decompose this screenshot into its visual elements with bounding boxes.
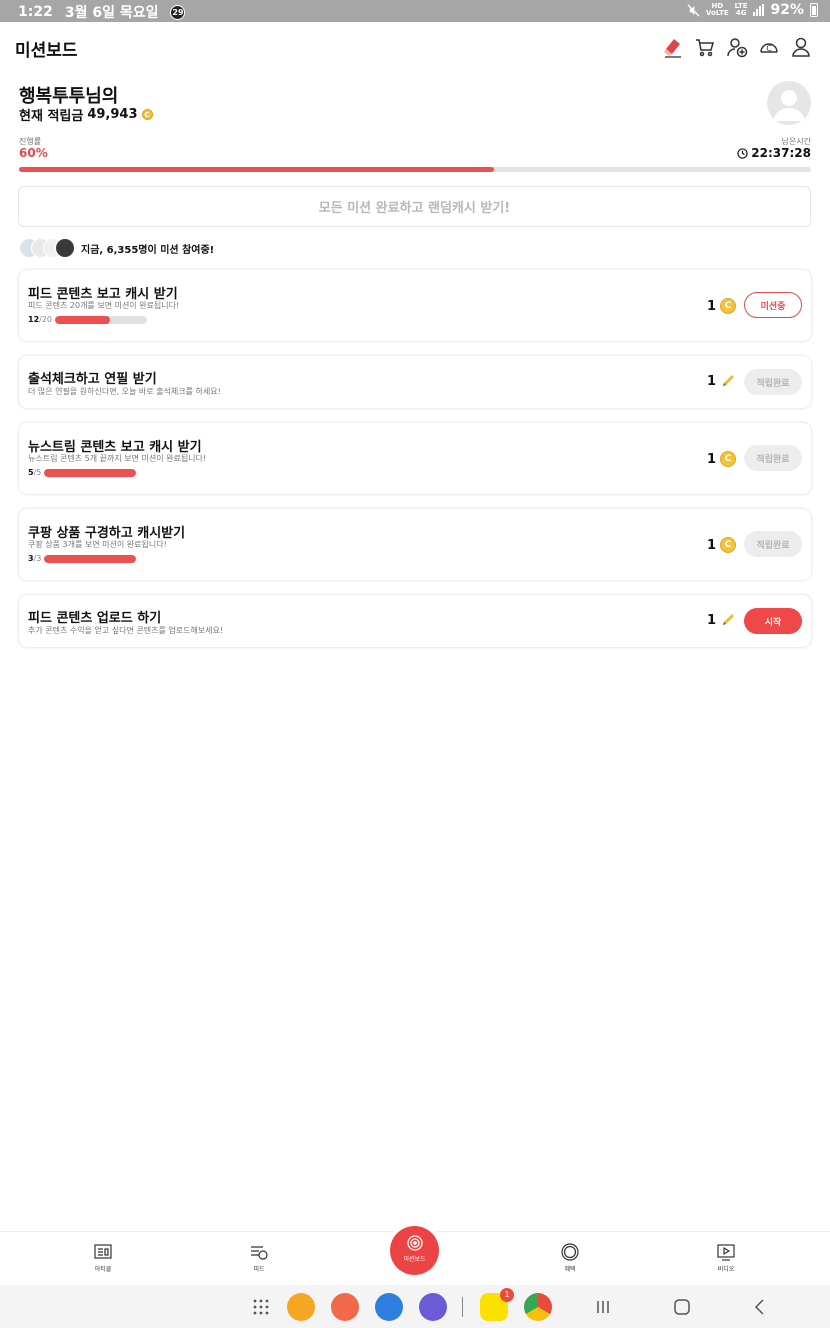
messages-app-icon[interactable] [375, 1293, 403, 1321]
mission-status-button[interactable]: 적립완료 [744, 445, 802, 471]
status-time: 1:22 [18, 4, 53, 20]
back-icon[interactable] [749, 1296, 771, 1318]
mission-title: 출석체크하고 연필 받기 [28, 372, 157, 387]
page-title: 미션보드 [15, 41, 78, 61]
nav-article[interactable]: 아티클 [73, 1243, 133, 1273]
mission-reward: 1 [707, 612, 736, 628]
coin-icon: C [141, 109, 153, 120]
video-icon [717, 1244, 735, 1261]
hd-indicator: HD VoLTE [705, 2, 729, 17]
internet-app-icon[interactable] [419, 1293, 447, 1321]
battery-percent: 92% [770, 2, 804, 18]
mute-icon [687, 3, 700, 17]
article-icon [94, 1244, 112, 1259]
home-icon[interactable] [671, 1296, 693, 1318]
notification-count-badge: 29 [170, 4, 186, 20]
coin-icon: C [720, 537, 736, 553]
mission-reward: 1C [707, 451, 736, 467]
mission-card[interactable]: 피드 콘텐츠 보고 캐시 받기 피드 콘텐츠 20개를 보면 미션이 완료됩니다… [19, 270, 811, 341]
points-value: 49,943 [87, 107, 138, 122]
mission-card[interactable]: 뉴스트림 콘텐츠 보고 캐시 받기 뉴스트림 콘텐츠 5개 끝까지 보면 미션이… [19, 423, 811, 494]
all-missions-reward-button[interactable]: 모든 미션 완료하고 랜덤캐시 받기! [18, 186, 811, 227]
feed-icon [251, 1246, 268, 1260]
benefit-icon [561, 1243, 579, 1261]
chrome-app-icon[interactable] [524, 1293, 552, 1321]
mission-progress-bar [19, 167, 811, 172]
mission-description: 뉴스트림 콘텐츠 5개 끝까지 보면 미션이 완료됩니다! [28, 454, 207, 463]
profile-icon[interactable] [790, 36, 810, 58]
participant-avatar [55, 238, 75, 258]
kakao-badge: 1 [500, 1288, 514, 1302]
mission-title: 피드 콘텐츠 업로드 하기 [28, 611, 162, 626]
battery-icon [810, 3, 818, 17]
coin-icon: C [720, 451, 736, 467]
mission-card[interactable]: 출석체크하고 연필 받기 더 많은 연필을 원하신다면, 오늘 바로 출석체크를… [19, 356, 811, 408]
nav-missionboard-button[interactable]: 미션보드 [390, 1226, 439, 1275]
mission-reward: 1C [707, 537, 736, 553]
mission-progress: 12/20 [28, 315, 148, 324]
nav-benefit[interactable]: 혜택 [540, 1243, 600, 1273]
progress-value: 60% [19, 146, 48, 160]
mission-progress-bar [55, 315, 148, 324]
mission-description: 추가 콘텐츠 수익을 얻고 싶다면 콘텐츠를 업로드해보세요! [28, 626, 224, 635]
mission-reward: 1 [707, 373, 736, 389]
nav-feed[interactable]: 피드 [229, 1243, 289, 1273]
files-app-icon[interactable] [287, 1293, 315, 1321]
mission-card[interactable]: 피드 콘텐츠 업로드 하기 추가 콘텐츠 수익을 얻고 싶다면 콘텐츠를 업로드… [19, 595, 811, 647]
eraser-icon[interactable] [662, 36, 682, 58]
contacts-app-icon[interactable] [331, 1293, 359, 1321]
mission-progress: 5/5 [28, 468, 137, 477]
system-navigation-bar: 1 [0, 1285, 830, 1328]
recents-icon[interactable] [592, 1296, 614, 1318]
app-bar: 미션보드 C [0, 22, 830, 72]
mission-progress-bar [44, 554, 137, 563]
cash-icon[interactable]: C [758, 36, 778, 58]
participants-banner: 지금, 6,355명이 미션 참여중! [19, 238, 214, 258]
coin-icon: C [720, 298, 736, 314]
mission-start-button[interactable]: 시작 [744, 608, 802, 634]
pencil-icon [723, 375, 734, 386]
mission-description: 피드 콘텐츠 20개를 보면 미션이 완료됩니다! [28, 301, 180, 310]
mission-description: 쿠팡 상품 3개를 보면 미션이 완료됩니다! [28, 540, 167, 549]
lte-indicator: LTE 4G [734, 2, 748, 17]
svg-text:C: C [766, 44, 772, 53]
signal-icon [753, 4, 765, 16]
status-bar: 1:22 3월 6일 목요일 29 HD VoLTE LTE 4G 92% [0, 0, 830, 22]
add-friend-icon[interactable] [726, 36, 748, 58]
mission-status-button[interactable]: 적립완료 [744, 369, 802, 395]
nav-video[interactable]: 비디오 [696, 1243, 756, 1273]
points-label: 현재 적립금 [19, 109, 84, 124]
mission-status-button[interactable]: 미션중 [744, 292, 802, 318]
target-icon [406, 1235, 423, 1251]
avatar[interactable] [767, 81, 811, 125]
clock-icon [737, 147, 748, 159]
mission-description: 더 많은 연필을 원하신다면, 오늘 바로 출석체크를 하세요! [28, 387, 221, 396]
pencil-icon [723, 614, 734, 625]
mission-progress-fill [19, 167, 495, 172]
mission-progress: 3/3 [28, 554, 137, 563]
mission-card[interactable]: 쿠팡 상품 구경하고 캐시받기 쿠팡 상품 3개를 보면 미션이 완료됩니다! … [19, 509, 811, 580]
remaining-time: 22:37:28 [737, 146, 811, 160]
mission-status-button[interactable]: 적립완료 [744, 531, 802, 557]
current-points: 현재 적립금 49,943 C [19, 105, 153, 124]
dock-divider [462, 1297, 463, 1317]
mission-progress-bar [44, 468, 137, 477]
participants-text: 지금, 6,355명이 미션 참여중! [81, 244, 215, 256]
cart-icon[interactable] [694, 36, 714, 58]
status-date: 3월 6일 목요일 [64, 5, 159, 21]
mission-reward: 1C [707, 298, 736, 314]
app-drawer-icon[interactable] [250, 1296, 272, 1318]
